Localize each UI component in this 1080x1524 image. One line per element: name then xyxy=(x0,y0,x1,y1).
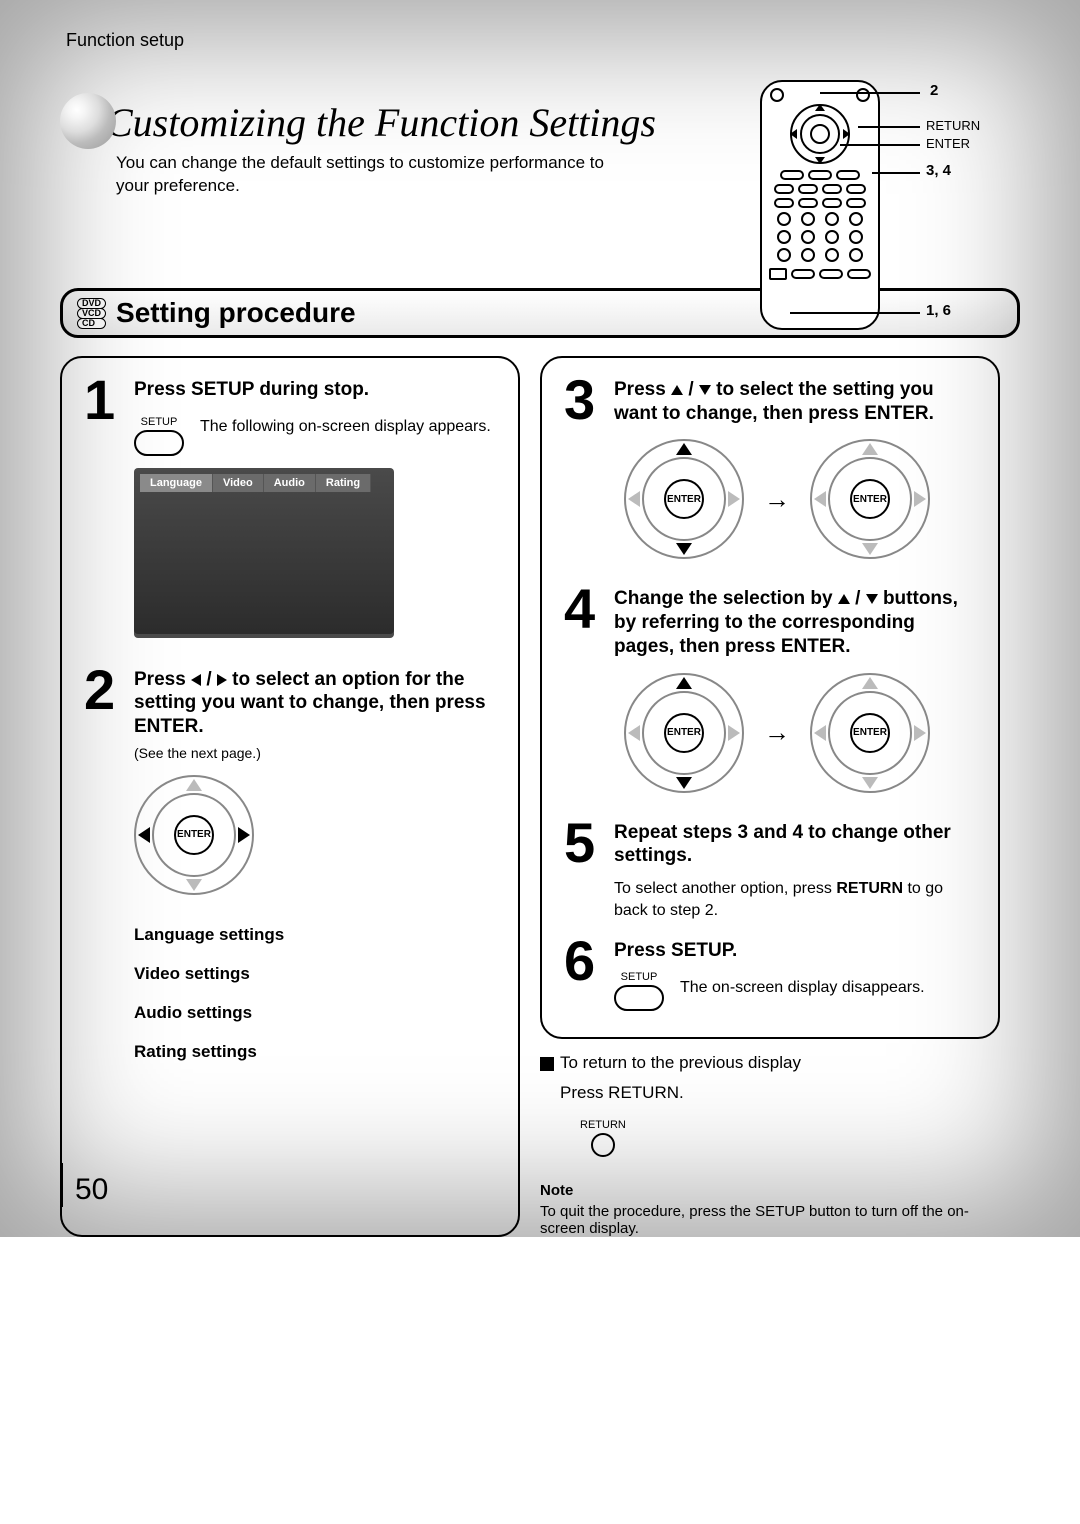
return-note-line1: To return to the previous display xyxy=(560,1053,801,1072)
step-4: 4 Change the selection by / buttons, by … xyxy=(564,587,976,802)
down-arrow-icon xyxy=(699,385,711,395)
osd-tab-language: Language xyxy=(140,474,213,492)
arrow-icon: → xyxy=(764,484,790,515)
settings-list: Language settings Video settings Audio s… xyxy=(134,915,496,1071)
step-5: 5 Repeat steps 3 and 4 to change other s… xyxy=(564,821,976,922)
remote-callout-return: RETURN xyxy=(926,118,980,133)
return-button-icon xyxy=(591,1133,615,1157)
note-block: Note To quit the procedure, press the SE… xyxy=(540,1182,1000,1237)
page-title: Customizing the Function Settings xyxy=(106,99,656,146)
step-number: 6 xyxy=(564,939,602,1011)
osd-tab-video: Video xyxy=(213,474,264,492)
intro-text: You can change the default settings to c… xyxy=(116,152,636,198)
up-arrow-icon xyxy=(838,594,850,604)
dpad-illustration: ENTER xyxy=(624,439,744,559)
return-note: To return to the previous display Press … xyxy=(540,1053,1000,1162)
dpad-illustration: ENTER xyxy=(810,439,930,559)
return-note-line2: Press RETURN. xyxy=(560,1083,684,1103)
settings-list-item: Language settings xyxy=(134,915,496,954)
settings-list-item: Rating settings xyxy=(134,1032,496,1071)
step-number: 1 xyxy=(84,378,122,638)
section-header: Function setup xyxy=(66,30,1020,51)
step-number: 4 xyxy=(564,587,602,802)
settings-list-item: Audio settings xyxy=(134,993,496,1032)
settings-list-item: Video settings xyxy=(134,954,496,993)
page-number: 50 xyxy=(60,1163,108,1207)
step-number: 3 xyxy=(564,378,602,570)
osd-tab-audio: Audio xyxy=(264,474,316,492)
left-panel: 1 Press SETUP during stop. SETUP The fol… xyxy=(60,356,520,1237)
return-button-label: RETURN xyxy=(580,1119,626,1131)
remote-callout-2: 2 xyxy=(930,82,938,99)
procedure-title: Setting procedure xyxy=(116,297,356,329)
step1-desc: The following on-screen display appears. xyxy=(200,416,491,438)
step-number: 2 xyxy=(84,668,122,1072)
dpad-illustration: ENTER xyxy=(134,775,254,895)
remote-callout-enter: ENTER xyxy=(926,136,970,151)
title-sphere-ornament xyxy=(60,93,116,149)
note-text: To quit the procedure, press the SETUP b… xyxy=(540,1203,1000,1237)
enter-button-center: ENTER xyxy=(664,713,704,753)
setup-button-icon xyxy=(614,985,664,1011)
see-next-page: (See the next page.) xyxy=(134,745,496,761)
step-2: 2 Press / to select an option for the se… xyxy=(84,668,496,1072)
arrow-icon: → xyxy=(764,717,790,748)
setup-button-label: SETUP xyxy=(614,971,664,983)
step-1: 1 Press SETUP during stop. SETUP The fol… xyxy=(84,378,496,638)
step4-heading: Change the selection by / buttons, by re… xyxy=(614,587,976,658)
step5-heading: Repeat steps 3 and 4 to change other set… xyxy=(614,821,976,869)
dpad-illustration: ENTER xyxy=(810,673,930,793)
left-arrow-icon xyxy=(191,674,201,686)
osd-tab-rating: Rating xyxy=(316,474,371,492)
down-arrow-icon xyxy=(866,594,878,604)
note-title: Note xyxy=(540,1182,1000,1199)
step5-desc: To select another option, press RETURN t… xyxy=(614,878,976,921)
step2-heading: Press / to select an option for the sett… xyxy=(134,668,496,739)
setup-button-label: SETUP xyxy=(134,416,184,428)
remote-callout-16: 1, 6 xyxy=(926,302,951,319)
step3-heading: Press / to select the setting you want t… xyxy=(614,378,976,426)
right-arrow-icon xyxy=(217,674,227,686)
step-3: 3 Press / to select the setting you want… xyxy=(564,378,976,570)
enter-button-center: ENTER xyxy=(174,815,214,855)
step6-heading: Press SETUP. xyxy=(614,939,976,963)
dpad-illustration: ENTER xyxy=(624,673,744,793)
setup-button-icon xyxy=(134,430,184,456)
up-arrow-icon xyxy=(671,385,683,395)
remote-callout-34: 3, 4 xyxy=(926,162,951,179)
bullet-square-icon xyxy=(540,1057,554,1071)
disc-type-badges: DVD VCD CD xyxy=(77,298,106,328)
enter-button-center: ENTER xyxy=(850,713,890,753)
step-6: 6 Press SETUP. SETUP The on-screen displ… xyxy=(564,939,976,1011)
remote-diagram: 2 RETURN ENTER 3, 4 1, 6 xyxy=(750,80,1010,330)
onscreen-display: Language Video Audio Rating xyxy=(134,468,394,638)
right-panel: 3 Press / to select the setting you want… xyxy=(540,356,1000,1039)
step6-desc: The on-screen display disappears. xyxy=(680,977,925,999)
step1-heading: Press SETUP during stop. xyxy=(134,378,496,402)
step-number: 5 xyxy=(564,821,602,922)
